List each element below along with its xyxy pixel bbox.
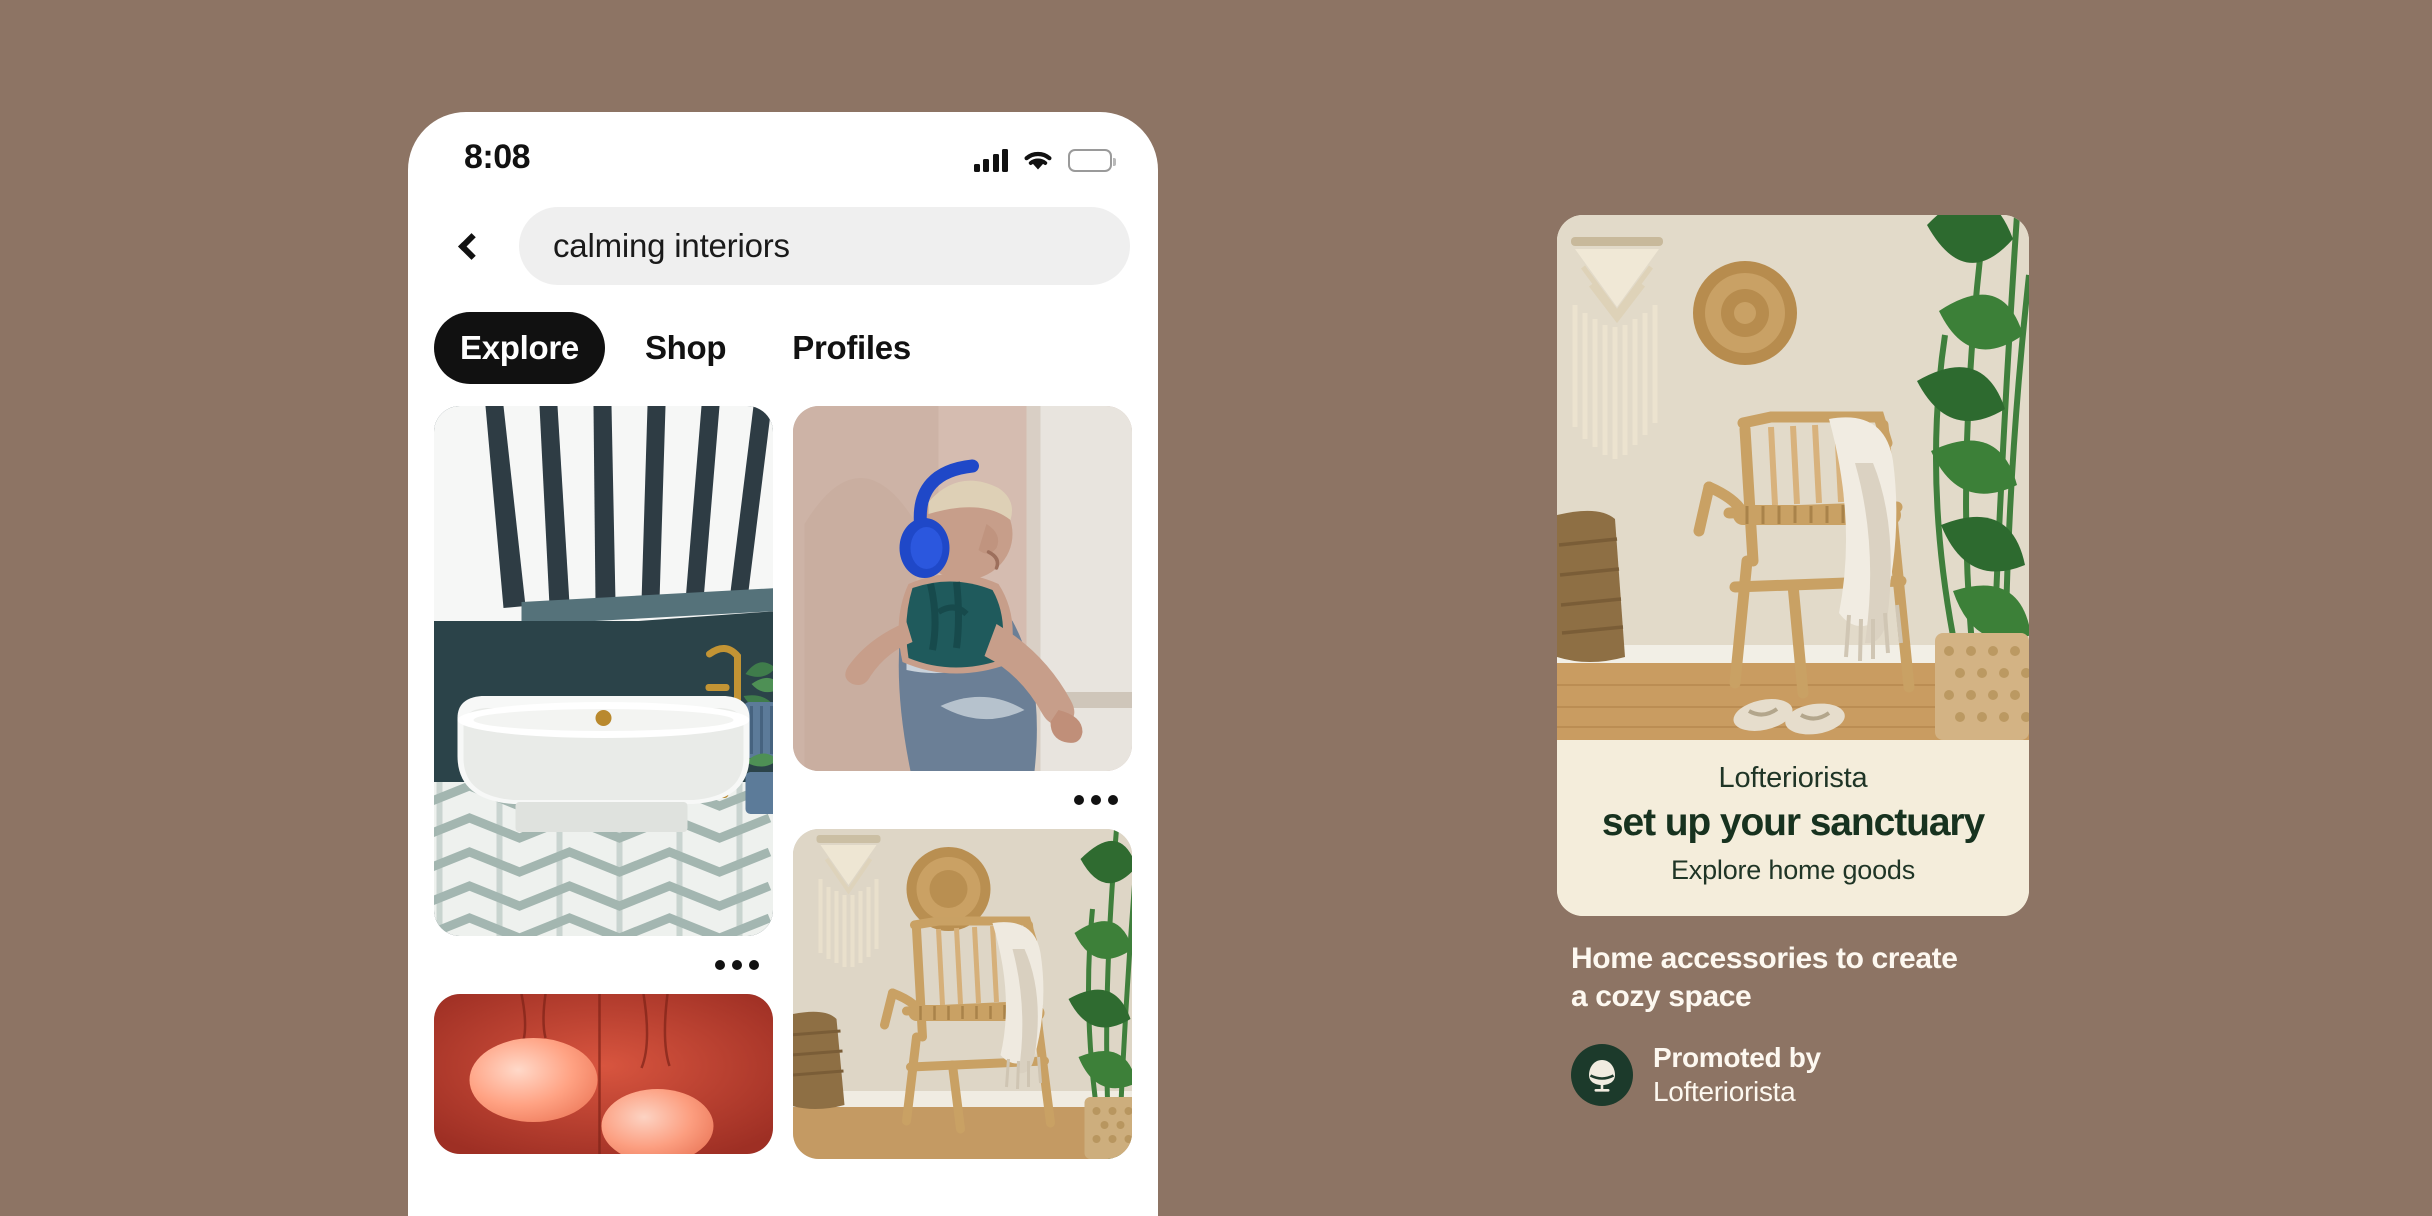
promoted-by-name: Lofteriorista	[1653, 1075, 1796, 1107]
more-options-icon[interactable]	[1074, 795, 1118, 805]
search-row: calming interiors	[408, 198, 1158, 294]
tab-bar: Explore Shop Profiles	[408, 294, 1158, 400]
status-icons	[973, 142, 1116, 172]
ad-meta: Home accessories to create a cozy space …	[1557, 916, 2029, 1109]
tab-profiles[interactable]: Profiles	[766, 312, 937, 384]
back-button[interactable]	[442, 220, 494, 272]
pin-bathroom-image[interactable]	[434, 406, 773, 936]
search-input[interactable]: calming interiors	[519, 207, 1130, 285]
status-bar: 8:08	[408, 112, 1158, 198]
avatar[interactable]	[1571, 1043, 1633, 1106]
pin-woman-headphones[interactable]	[793, 406, 1132, 829]
battery-icon	[1068, 149, 1116, 172]
search-input-value: calming interiors	[553, 227, 790, 264]
ad-headline: set up your sanctuary	[1601, 801, 1985, 844]
signal-icon	[973, 148, 1008, 172]
pin-column-right	[793, 406, 1132, 1159]
pin-column-left	[434, 406, 773, 1159]
phone-mockup: 8:08 calming interiors Explore Shop Prof…	[408, 112, 1158, 1216]
promoted-ad[interactable]: Lofteriorista set up your sanctuary Expl…	[1557, 215, 2029, 1109]
egg-chair-logo-icon	[1589, 1059, 1615, 1092]
pin-woman-headphones-image[interactable]	[793, 406, 1132, 771]
ad-image[interactable]	[1557, 215, 2029, 740]
promoted-text: Promoted by Lofteriorista	[1653, 1041, 1821, 1109]
promoted-row[interactable]: Promoted by Lofteriorista	[1571, 1041, 2025, 1109]
more-options-icon[interactable]	[715, 960, 759, 970]
pin-grid	[408, 406, 1158, 1159]
pin-pendant-lamps[interactable]	[434, 994, 773, 1154]
ad-title: Home accessories to create a cozy space	[1571, 942, 1958, 1014]
ad-caption: Lofteriorista set up your sanctuary Expl…	[1557, 740, 2029, 916]
pin-bathroom[interactable]	[434, 406, 773, 994]
status-time: 8:08	[464, 138, 531, 176]
ad-card[interactable]: Lofteriorista set up your sanctuary Expl…	[1557, 215, 2029, 916]
promoted-by-label: Promoted by	[1653, 1041, 1821, 1073]
tab-explore[interactable]: Explore	[434, 312, 605, 384]
chevron-left-icon	[457, 232, 485, 260]
pin-rattan-chair-image[interactable]	[793, 829, 1132, 1159]
pin-actions	[434, 936, 773, 994]
pin-actions	[793, 771, 1132, 829]
wifi-icon	[1022, 148, 1054, 172]
pin-rattan-chair[interactable]	[793, 829, 1132, 1159]
pin-pendant-lamps-image[interactable]	[434, 994, 773, 1154]
ad-cta-text[interactable]: Explore home goods	[1577, 855, 2009, 886]
tab-shop[interactable]: Shop	[619, 312, 752, 384]
ad-brand-name: Lofteriorista	[1718, 762, 1868, 794]
